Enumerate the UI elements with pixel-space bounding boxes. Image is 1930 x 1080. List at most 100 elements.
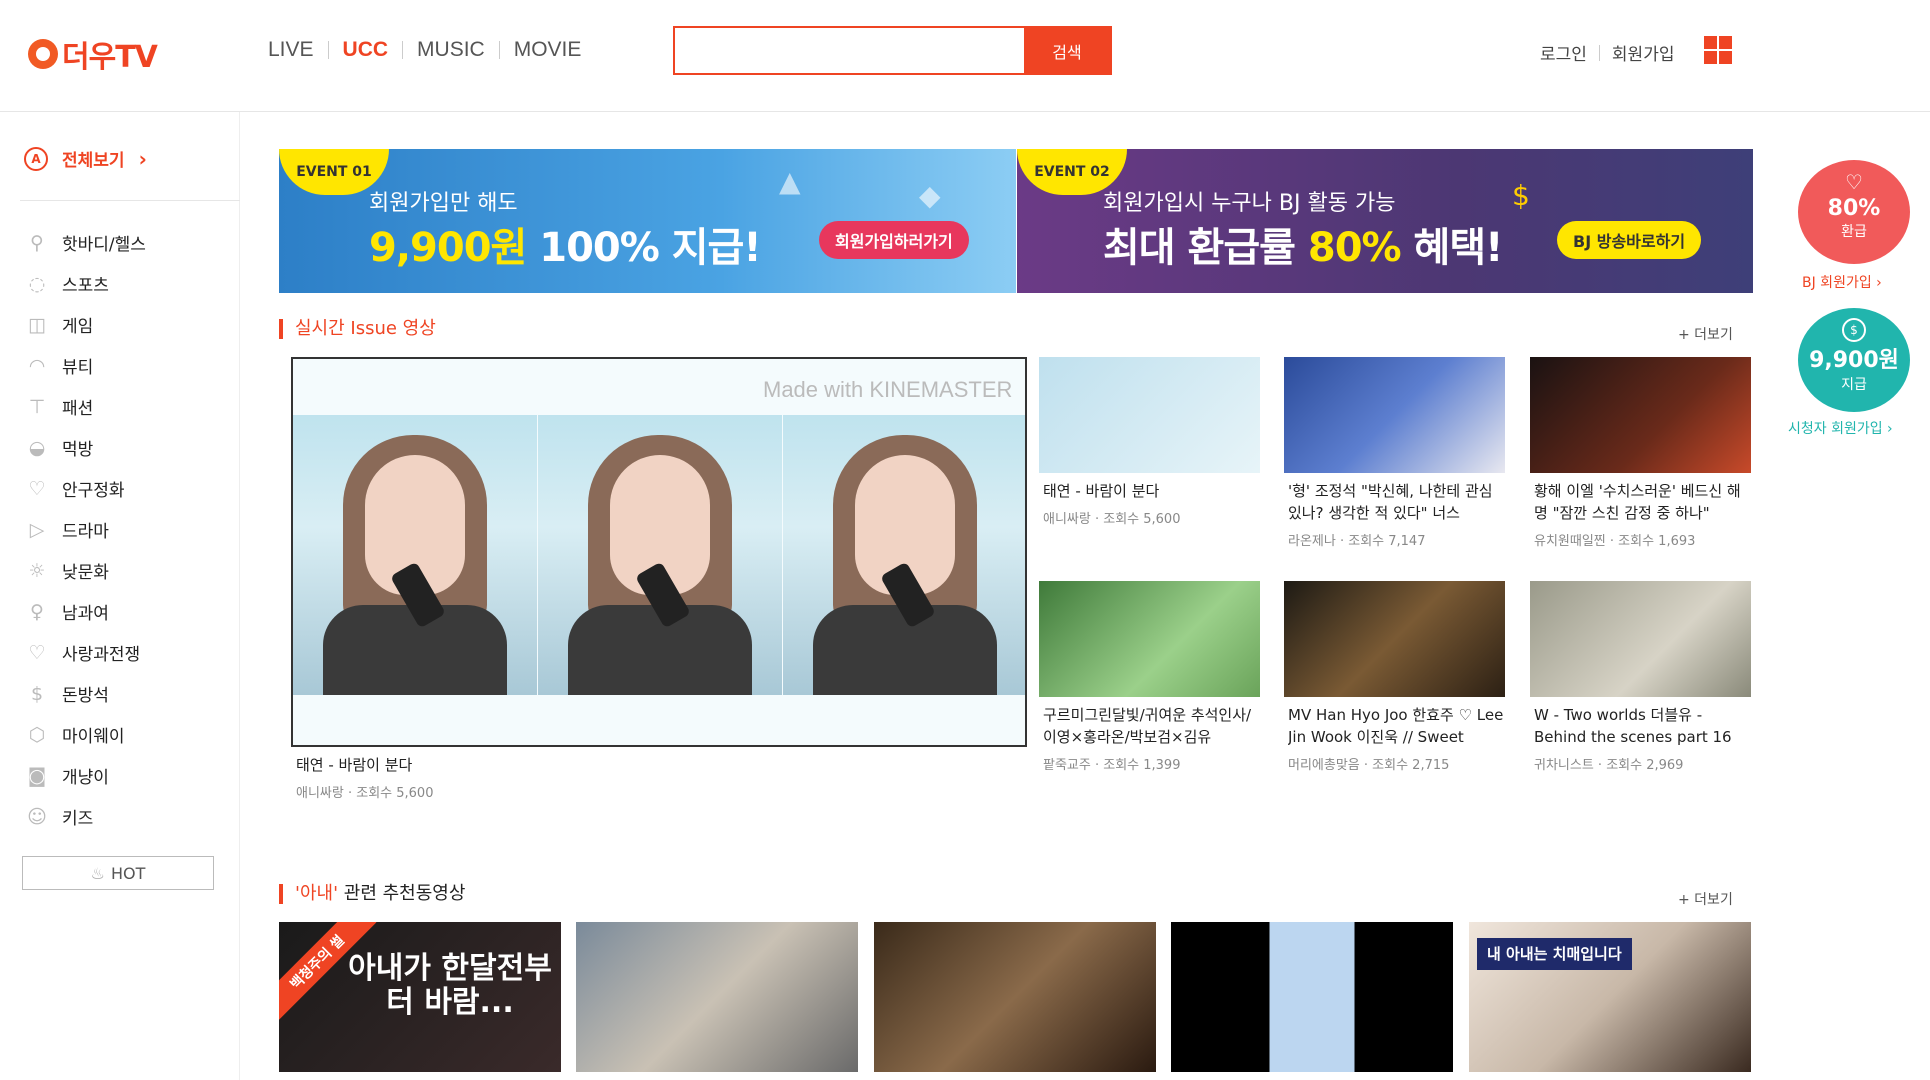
- banner-line1: 회원가입시 누구나 BJ 활동 가능: [1103, 191, 1396, 216]
- sidebar-item-drama[interactable]: ▷ 드라마: [24, 509, 146, 550]
- search-bar: 검색: [673, 26, 1112, 75]
- video-thumbnail[interactable]: [1530, 581, 1751, 697]
- sidebar-item-eyecandy[interactable]: ♡ 안구정화: [24, 468, 146, 509]
- event-banner-2[interactable]: EVENT 02 $ 회원가입시 누구나 BJ 활동 가능 최대 환급률 80%…: [1017, 149, 1753, 293]
- video-meta: 머리에총맞음 · 조회수 2,715: [1288, 758, 1450, 773]
- chevron-right-icon: ›: [138, 146, 147, 171]
- recommend-thumbnail[interactable]: [576, 922, 858, 1072]
- sidebar-item-label: 안구정화: [62, 481, 125, 501]
- sidebar-item-pets[interactable]: ◙ 개냥이: [24, 755, 146, 796]
- banner-line2-a: 최대 환급률: [1103, 225, 1308, 271]
- nav-live[interactable]: LIVE: [268, 38, 328, 62]
- search-input[interactable]: [675, 28, 1024, 73]
- nav-movie[interactable]: MOVIE: [500, 38, 596, 62]
- sidebar-item-label: 드라마: [62, 522, 109, 542]
- dollar-icon: $: [30, 682, 44, 705]
- video-thumbnail[interactable]: [1039, 581, 1260, 697]
- login-link[interactable]: 로그인: [1540, 40, 1587, 65]
- sidebar: A 전체보기 › ⚲ 핫바디/헬스 ◌ 스포츠 ◫ 게임 ◠ 뷰티 ⊤ 패션 ◒ 먹방 ♡ 안…: [0, 112, 240, 1080]
- sidebar-item-daytime[interactable]: ☼ 낮문화: [24, 550, 146, 591]
- viewer-bonus-badge[interactable]: $ 9,900원 지급: [1798, 308, 1910, 412]
- recommend-thumbnail[interactable]: 백청주의 썰 아내가 한달전부터 바람...: [279, 922, 561, 1072]
- sidebar-item-label: 핫바디/헬스: [62, 235, 146, 255]
- sidebar-item-beauty[interactable]: ◠ 뷰티: [24, 345, 146, 386]
- video-title[interactable]: W - Two worlds 더블유 - Behind the scenes p…: [1534, 704, 1750, 748]
- issue-section-title: 실시간 Issue 영상: [279, 319, 436, 339]
- event-banner-1[interactable]: EVENT 01 ▲ ◆ 회원가입만 해도 9,900원 100% 지급! 회원…: [279, 149, 1016, 293]
- main-video-title[interactable]: 태연 - 바람이 분다: [296, 754, 1016, 776]
- signup-link[interactable]: 회원가입: [1612, 40, 1675, 65]
- video-meta: 귀차니스트 · 조회수 2,969: [1534, 758, 1684, 773]
- video-thumbnail[interactable]: [1284, 357, 1505, 473]
- recommend-thumbnail[interactable]: [1171, 922, 1453, 1072]
- sidebar-item-fashion[interactable]: ⊤ 패션: [24, 386, 146, 427]
- hot-button[interactable]: ♨ HOT: [22, 856, 214, 890]
- video-thumbnail[interactable]: [1284, 581, 1505, 697]
- sidebar-item-myway[interactable]: ⬡ 마이웨이: [24, 714, 146, 755]
- recommend-thumbnail[interactable]: 내 아내는 치매입니다: [1469, 922, 1751, 1072]
- sidebar-item-label: 남과여: [62, 604, 109, 624]
- viewer-signup-link[interactable]: 시청자 회원가입 ›: [1788, 418, 1893, 438]
- sidebar-item-label: 낮문화: [62, 563, 109, 583]
- cat-icon: ◙: [27, 764, 47, 787]
- user-links: 로그인 회원가입: [1540, 40, 1674, 65]
- banner-line2: 9,900원 100% 지급!: [369, 215, 762, 273]
- sidebar-item-label: 스포츠: [62, 276, 109, 296]
- banner-line2: 최대 환급률 80% 혜택!: [1103, 215, 1504, 273]
- sidebar-item-kids[interactable]: ☺ 키즈: [24, 796, 146, 837]
- banner-highlight: 9,900원: [369, 225, 527, 271]
- hot-label: HOT: [110, 863, 146, 883]
- issue-more-link[interactable]: + 더보기: [1678, 324, 1733, 344]
- bowl-icon: ◒: [28, 436, 46, 459]
- recommend-more-link[interactable]: + 더보기: [1678, 889, 1733, 909]
- main-video-thumbnail[interactable]: Made with KINEMASTER: [291, 357, 1027, 747]
- thumbnail-caption: 아내가 한달전부터 바람...: [348, 951, 552, 1020]
- sidebar-item-menwomen[interactable]: ♀ 남과여: [24, 591, 146, 632]
- grid-menu-icon[interactable]: [1704, 36, 1732, 64]
- refund-label: 환급: [1841, 224, 1867, 240]
- sidebar-item-mukbang[interactable]: ◒ 먹방: [24, 427, 146, 468]
- sidebar-item-money[interactable]: $ 돈방석: [24, 673, 146, 714]
- video-thumbnail[interactable]: [1039, 357, 1260, 473]
- video-title[interactable]: 태연 - 바람이 분다: [1043, 480, 1259, 502]
- category-list: ⚲ 핫바디/헬스 ◌ 스포츠 ◫ 게임 ◠ 뷰티 ⊤ 패션 ◒ 먹방 ♡ 안구정화 ▷ 드라마 …: [24, 222, 146, 837]
- bj-signup-link[interactable]: BJ 회원가입 ›: [1802, 272, 1882, 292]
- recommend-thumbnail[interactable]: [874, 922, 1156, 1072]
- bj-broadcast-button[interactable]: BJ 방송바로하기: [1557, 221, 1702, 259]
- signup-banner-button[interactable]: 회원가입하러가기: [819, 221, 969, 259]
- video-title[interactable]: 황해 이엘 '수치스러운' 베드신 해명 "잠깐 스친 감정 중 하나": [1534, 480, 1750, 524]
- bj-refund-badge[interactable]: ♡ 80% 환급: [1798, 160, 1910, 264]
- logo[interactable]: 더우TV: [28, 32, 158, 76]
- sidebar-item-lovewar[interactable]: ♡ 사랑과전쟁: [24, 632, 146, 673]
- video-title[interactable]: '형' 조정석 "박신혜, 나한테 관심있나? 생각한 적 있다" 너스: [1288, 480, 1504, 524]
- sidebar-item-hotbody[interactable]: ⚲ 핫바디/헬스: [24, 222, 146, 263]
- sidebar-divider: [20, 200, 240, 201]
- cube-icon: ⬡: [28, 723, 46, 746]
- video-thumbnail[interactable]: [1530, 357, 1751, 473]
- video-meta: 라온제나 · 조회수 7,147: [1288, 534, 1426, 549]
- nav-music[interactable]: MUSIC: [403, 38, 499, 62]
- sidebar-item-game[interactable]: ◫ 게임: [24, 304, 146, 345]
- user-link-separator: [1598, 44, 1600, 61]
- banner-highlight: 80%: [1307, 225, 1402, 271]
- all-view-link[interactable]: A 전체보기 ›: [24, 146, 147, 171]
- video-meta: 유치원때일찐 · 조회수 1,693: [1534, 534, 1696, 549]
- sidebar-item-label: 개냥이: [62, 768, 109, 788]
- sidebar-item-label: 돈방석: [62, 686, 109, 706]
- nav-ucc[interactable]: UCC: [329, 38, 403, 62]
- logo-text: 더우TV: [62, 40, 158, 75]
- all-view-label: 전체보기: [62, 151, 125, 171]
- banner-line2-c: 혜택!: [1400, 225, 1504, 271]
- banner-line2-rest: 100% 지급!: [526, 225, 761, 271]
- ball-icon: ◌: [28, 272, 46, 295]
- banner-line1: 회원가입만 해도: [369, 191, 518, 216]
- video-title[interactable]: 구르미그린달빛/귀여운 추석인사/이영×홍라온/박보검×김유: [1043, 704, 1259, 748]
- header: 더우TV LIVE UCC MUSIC MOVIE 검색 로그인 회원가입: [0, 0, 1930, 112]
- video-title[interactable]: MV Han Hyo Joo 한효주 ♡ Lee Jin Wook 이진욱 //…: [1288, 704, 1504, 748]
- play-icon: ▷: [29, 518, 45, 541]
- bonus-label: 지급: [1841, 377, 1867, 393]
- sidebar-item-label: 뷰티: [62, 358, 94, 378]
- search-button[interactable]: 검색: [1024, 28, 1110, 73]
- sidebar-item-sports[interactable]: ◌ 스포츠: [24, 263, 146, 304]
- video-meta: 팥죽교주 · 조회수 1,399: [1043, 758, 1181, 773]
